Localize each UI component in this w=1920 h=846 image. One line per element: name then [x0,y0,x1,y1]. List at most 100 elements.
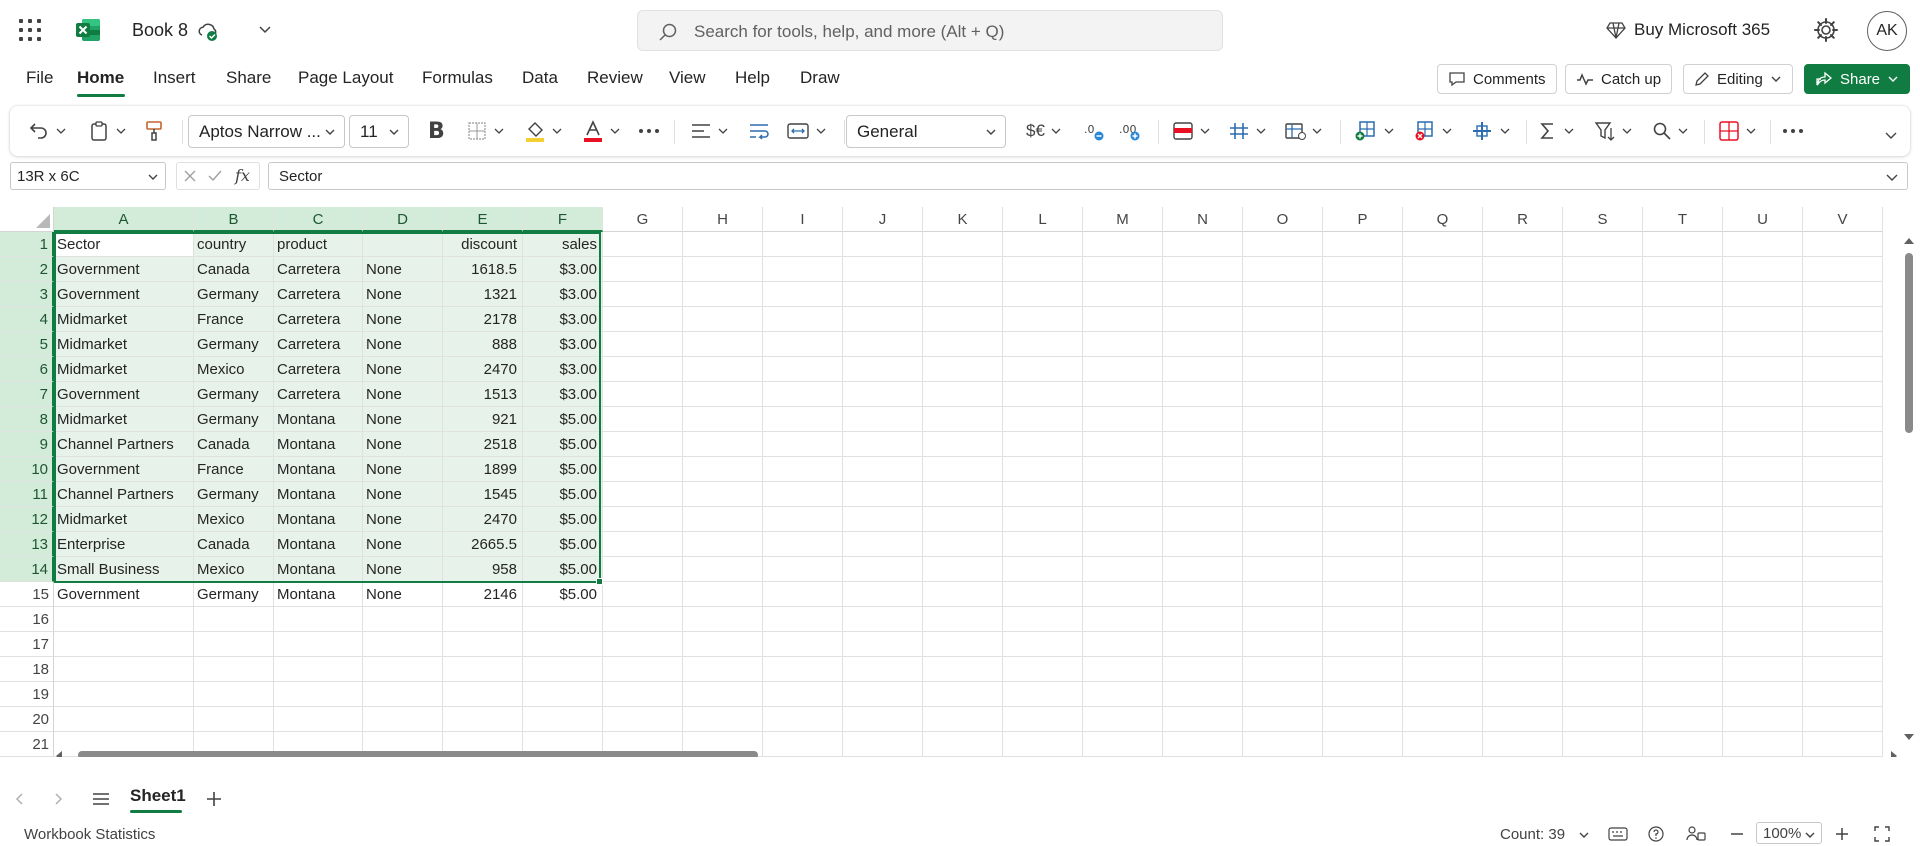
cell-c2[interactable]: Carretera [274,257,363,282]
zoom-out-icon[interactable] [1730,832,1744,836]
cell-c13[interactable]: Montana [274,532,363,557]
cell-h9[interactable] [683,432,763,457]
cell-r3[interactable] [1483,282,1563,307]
cell-i11[interactable] [763,482,843,507]
cell-o5[interactable] [1243,332,1323,357]
cell-j18[interactable] [843,657,923,682]
cell-k4[interactable] [923,307,1003,332]
cell-q18[interactable] [1403,657,1483,682]
cell-o20[interactable] [1243,707,1323,732]
avatar[interactable]: AK [1867,11,1907,51]
cell-n5[interactable] [1163,332,1243,357]
cell-q8[interactable] [1403,407,1483,432]
cell-t7[interactable] [1643,382,1723,407]
cell-s13[interactable] [1563,532,1643,557]
cell-l8[interactable] [1003,407,1083,432]
cell-m8[interactable] [1083,407,1163,432]
column-header-n[interactable]: N [1163,207,1243,232]
cell-r19[interactable] [1483,682,1563,707]
cell-k7[interactable] [923,382,1003,407]
cell-d15[interactable]: None [363,582,443,607]
cell-b5[interactable]: Germany [194,332,274,357]
vertical-scrollbar[interactable] [1900,232,1918,747]
cell-h16[interactable] [683,607,763,632]
cell-u11[interactable] [1723,482,1803,507]
cell-d5[interactable]: None [363,332,443,357]
cell-q20[interactable] [1403,707,1483,732]
cell-i8[interactable] [763,407,843,432]
cell-b11[interactable]: Germany [194,482,274,507]
all-sheets-menu-icon[interactable] [92,791,110,807]
column-header-d[interactable]: D [363,207,443,232]
cell-f14[interactable]: $5.00 [523,557,603,582]
cell-k6[interactable] [923,357,1003,382]
cell-j6[interactable] [843,357,923,382]
cell-b19[interactable] [194,682,274,707]
cell-b10[interactable]: France [194,457,274,482]
cell-g19[interactable] [603,682,683,707]
cell-j7[interactable] [843,382,923,407]
cell-q12[interactable] [1403,507,1483,532]
cell-l2[interactable] [1003,257,1083,282]
cell-p17[interactable] [1323,632,1403,657]
cell-b15[interactable]: Germany [194,582,274,607]
cell-r13[interactable] [1483,532,1563,557]
cell-e5[interactable]: 888 [443,332,523,357]
cancel-icon[interactable] [183,169,197,183]
cell-s7[interactable] [1563,382,1643,407]
cell-r5[interactable] [1483,332,1563,357]
cell-u4[interactable] [1723,307,1803,332]
workbook-statistics-button[interactable]: Workbook Statistics [24,826,155,843]
catch-up-button[interactable]: Catch up [1565,64,1673,94]
cell-n12[interactable] [1163,507,1243,532]
cell-i7[interactable] [763,382,843,407]
cell-e8[interactable]: 921 [443,407,523,432]
cell-c15[interactable]: Montana [274,582,363,607]
cell-a7[interactable]: Government [54,382,194,407]
cell-k16[interactable] [923,607,1003,632]
cell-p13[interactable] [1323,532,1403,557]
cell-f8[interactable]: $5.00 [523,407,603,432]
cell-h19[interactable] [683,682,763,707]
cell-g4[interactable] [603,307,683,332]
cell-u19[interactable] [1723,682,1803,707]
cell-k1[interactable] [923,232,1003,257]
cell-l7[interactable] [1003,382,1083,407]
cell-b16[interactable] [194,607,274,632]
cell-a10[interactable]: Government [54,457,194,482]
cell-m12[interactable] [1083,507,1163,532]
cell-b4[interactable]: France [194,307,274,332]
cell-l13[interactable] [1003,532,1083,557]
cell-o14[interactable] [1243,557,1323,582]
cell-o19[interactable] [1243,682,1323,707]
cell-a20[interactable] [54,707,194,732]
conditional-formatting-button[interactable] [1172,118,1210,144]
cell-n8[interactable] [1163,407,1243,432]
undo-button[interactable] [28,118,66,144]
borders-button[interactable] [466,118,504,144]
cell-d3[interactable]: None [363,282,443,307]
cell-f18[interactable] [523,657,603,682]
cell-i13[interactable] [763,532,843,557]
cell-v7[interactable] [1803,382,1883,407]
cell-d12[interactable]: None [363,507,443,532]
cell-b3[interactable]: Germany [194,282,274,307]
cell-r16[interactable] [1483,607,1563,632]
cell-m3[interactable] [1083,282,1163,307]
cell-g12[interactable] [603,507,683,532]
cell-v12[interactable] [1803,507,1883,532]
cell-k8[interactable] [923,407,1003,432]
cell-c12[interactable]: Montana [274,507,363,532]
cell-b7[interactable]: Germany [194,382,274,407]
cell-u13[interactable] [1723,532,1803,557]
cell-h18[interactable] [683,657,763,682]
search-input[interactable]: Search for tools, help, and more (Alt + … [637,10,1223,51]
cell-d4[interactable]: None [363,307,443,332]
cell-h20[interactable] [683,707,763,732]
cell-q1[interactable] [1403,232,1483,257]
cell-d18[interactable] [363,657,443,682]
name-box[interactable]: 13R x 6C [10,162,166,190]
row-header-14[interactable]: 14 [0,557,54,582]
tab-page-layout[interactable]: Page Layout [298,68,393,88]
cell-n10[interactable] [1163,457,1243,482]
